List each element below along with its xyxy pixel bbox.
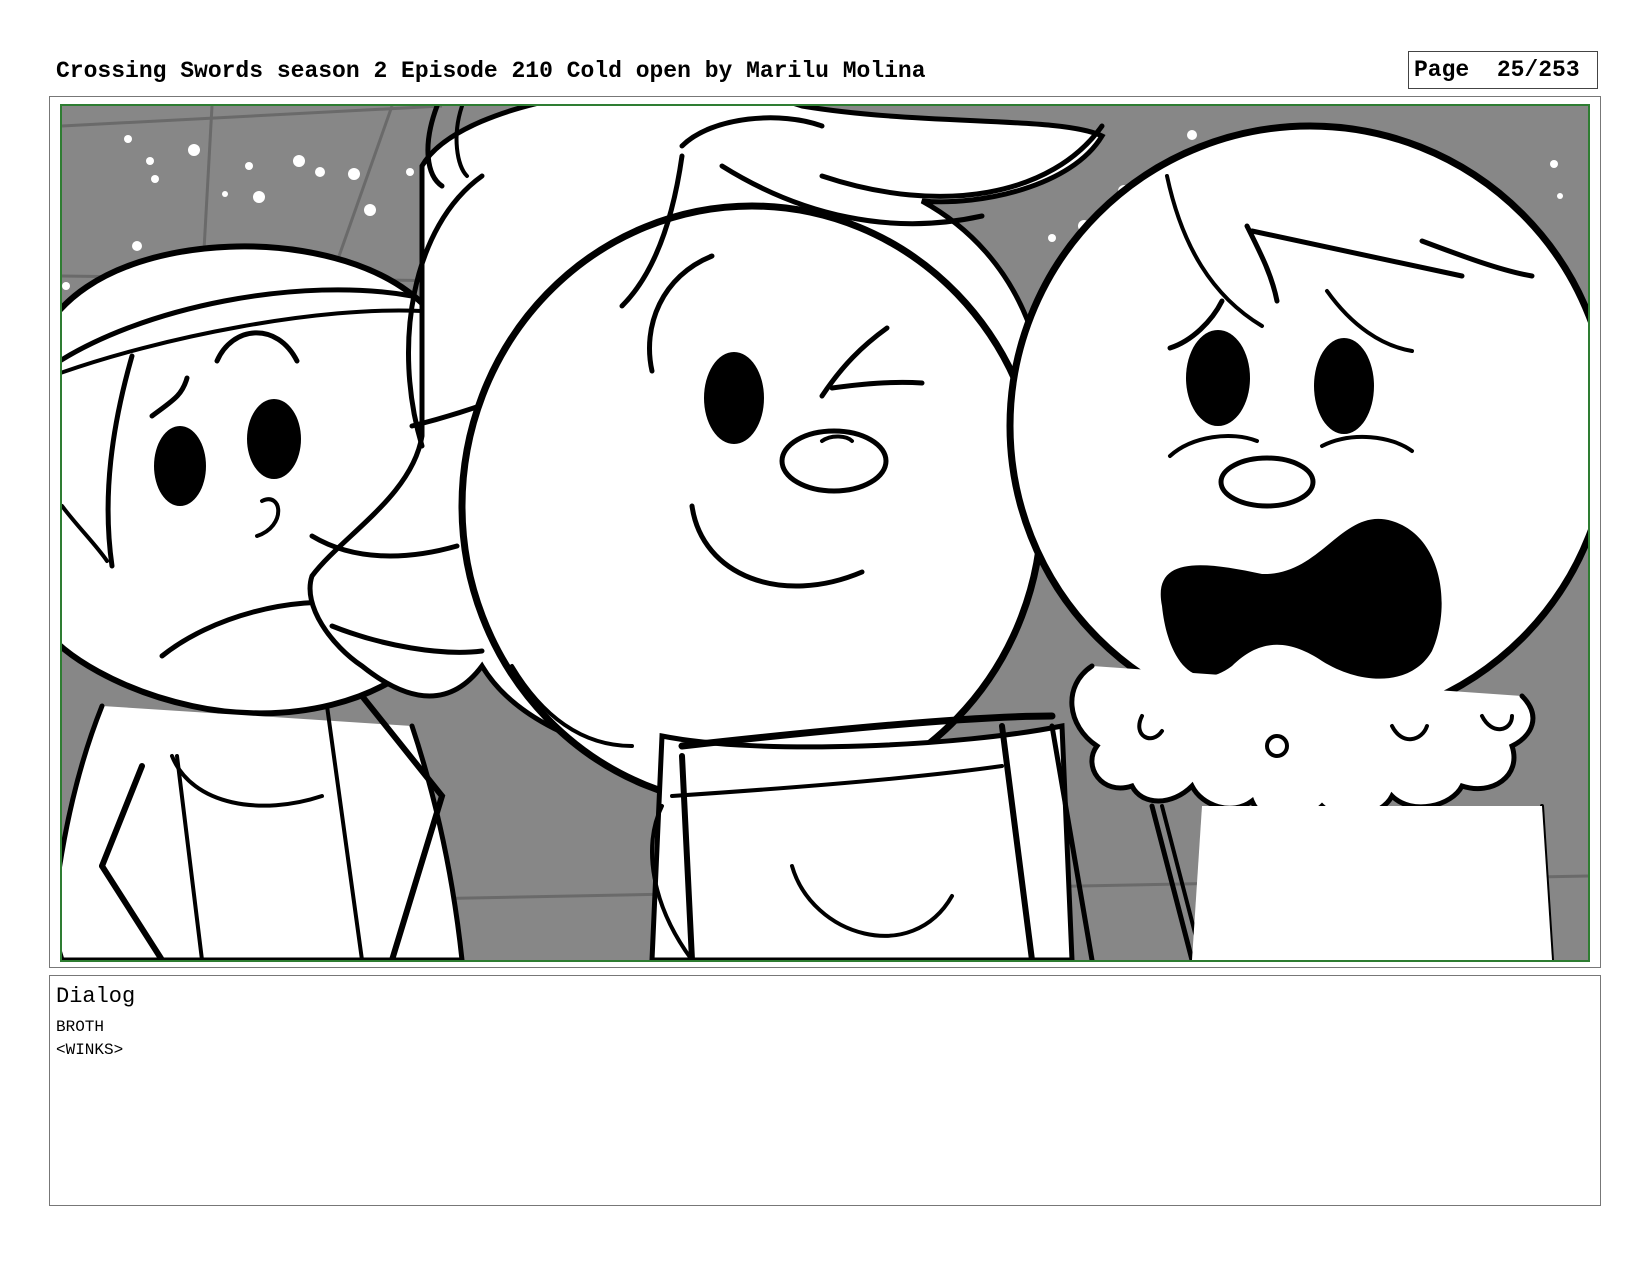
dialog-box: Dialog BROTH <WINKS>	[49, 975, 1601, 1206]
dialog-lines: BROTH <WINKS>	[56, 1016, 1594, 1062]
dialog-action: <WINKS>	[56, 1041, 124, 1059]
dialog-heading: Dialog	[56, 984, 136, 1009]
page-number: Page 25/253	[1408, 51, 1598, 89]
dialog-character-name: BROTH	[56, 1018, 105, 1036]
storyboard-title: Crossing Swords season 2 Episode 210 Col…	[56, 58, 926, 84]
storyboard-panel	[60, 104, 1590, 962]
panel-drawing	[62, 106, 1588, 960]
